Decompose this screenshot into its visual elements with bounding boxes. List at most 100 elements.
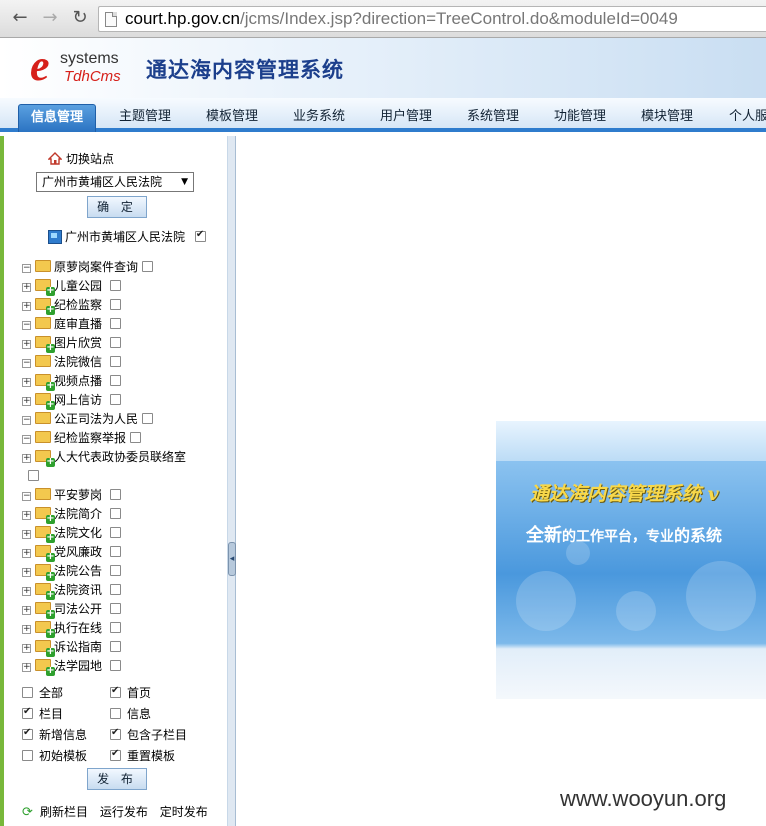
tree-node[interactable]: + 诉讼指南 (22, 638, 226, 657)
tree-node-checkbox[interactable] (110, 299, 122, 310)
tree-node[interactable]: − 平安萝岗 (22, 486, 226, 505)
tree-node[interactable]: + 人大代表政协委员联络室 (22, 448, 226, 467)
tree-node-checkbox[interactable] (130, 432, 142, 443)
option-reset-template[interactable]: 重置模板 (110, 747, 175, 764)
address-bar[interactable]: court.hp.gov.cn/jcms/Index.jsp?direction… (98, 6, 766, 32)
tree-node-label[interactable]: 纪检监察举报 (54, 431, 126, 445)
site-root-node[interactable]: 广州市黄埔区人民法院 (48, 228, 206, 245)
tree-node-checkbox[interactable] (110, 622, 122, 633)
site-select[interactable]: 广州市黄埔区人民法院 ▼ (36, 172, 194, 192)
tree-node-checkbox[interactable] (110, 603, 122, 614)
tree-node-label[interactable]: 法院简介 (54, 507, 102, 521)
option-info-checkbox[interactable] (110, 708, 121, 719)
expand-toggle-icon[interactable]: + (22, 340, 31, 349)
expand-toggle-icon[interactable]: + (22, 302, 31, 311)
option-init-template[interactable]: 初始模板 (22, 747, 87, 764)
tree-node[interactable]: + 执行在线 (22, 619, 226, 638)
expand-toggle-icon[interactable]: + (22, 587, 31, 596)
menu-function-management[interactable]: 功能管理 (541, 104, 619, 132)
tree-node[interactable]: + 图片欣赏 (22, 334, 226, 353)
tree-node[interactable]: + 网上信访 (22, 391, 226, 410)
collapse-arrow-icon[interactable]: ◂ (228, 542, 236, 576)
tree-node[interactable]: + 党风廉政 (22, 543, 226, 562)
tree-node-label[interactable]: 法学园地 (54, 659, 102, 673)
tree-node-checkbox[interactable] (110, 280, 122, 291)
tree-node[interactable]: + 儿童公园 (22, 277, 226, 296)
tree-node[interactable]: − 法院微信 (22, 353, 226, 372)
tree-node[interactable]: + 法院公告 (22, 562, 226, 581)
tree-node[interactable]: − 原萝岗案件查询 (22, 258, 226, 277)
tree-node-label[interactable]: 法院微信 (54, 355, 102, 369)
tree-node-label[interactable]: 平安萝岗 (54, 488, 102, 502)
collapse-toggle-icon[interactable]: − (22, 264, 31, 273)
tree-node[interactable]: + 法院资讯 (22, 581, 226, 600)
menu-template-management[interactable]: 模板管理 (193, 104, 271, 132)
option-column[interactable]: 栏目 (22, 705, 63, 722)
tree-node-label[interactable]: 人大代表政协委员联络室 (54, 450, 186, 464)
tree-node-checkbox[interactable] (110, 546, 122, 557)
menu-system-management[interactable]: 系统管理 (454, 104, 532, 132)
expand-toggle-icon[interactable]: + (22, 568, 31, 577)
tree-node-checkbox[interactable] (110, 584, 122, 595)
menu-personal[interactable]: 个人服 (715, 104, 766, 132)
expand-toggle-icon[interactable]: + (22, 644, 31, 653)
tree-node-label[interactable]: 法院公告 (54, 564, 102, 578)
expand-toggle-icon[interactable]: + (22, 530, 31, 539)
tree-node[interactable]: + 视频点播 (22, 372, 226, 391)
expand-toggle-icon[interactable]: + (22, 283, 31, 292)
tree-node-checkbox[interactable] (110, 527, 122, 538)
menu-info-management[interactable]: 信息管理 (18, 104, 96, 132)
option-home[interactable]: 首页 (110, 684, 151, 701)
splitter[interactable] (228, 136, 236, 826)
tree-node[interactable]: − 公正司法为人民 (22, 410, 226, 429)
forward-arrow-icon[interactable]: → (38, 6, 62, 30)
menu-user-management[interactable]: 用户管理 (367, 104, 445, 132)
collapse-toggle-icon[interactable]: − (22, 492, 31, 501)
expand-toggle-icon[interactable]: + (22, 397, 31, 406)
option-include-sub-checkbox[interactable] (110, 727, 121, 740)
tree-node-label[interactable]: 执行在线 (54, 621, 102, 635)
tree-node-label[interactable]: 公正司法为人民 (54, 412, 138, 426)
option-all[interactable]: 全部 (22, 684, 63, 701)
scheduled-publish-link[interactable]: 定时发布 (160, 805, 208, 819)
expand-toggle-icon[interactable]: + (22, 511, 31, 520)
run-publish-link[interactable]: 运行发布 (100, 805, 148, 819)
tree-node-checkbox[interactable] (110, 375, 122, 386)
menu-business-system[interactable]: 业务系统 (280, 104, 358, 132)
confirm-button[interactable]: 确 定 (87, 196, 147, 218)
expand-toggle-icon[interactable]: + (22, 663, 31, 672)
collapse-toggle-icon[interactable]: − (22, 359, 31, 368)
tree-node[interactable]: + 司法公开 (22, 600, 226, 619)
refresh-column-link[interactable]: 刷新栏目 (40, 805, 88, 819)
back-arrow-icon[interactable]: ← (8, 6, 32, 30)
publish-button[interactable]: 发 布 (87, 768, 147, 790)
tree-node-checkbox[interactable] (142, 413, 154, 424)
tree-node-label[interactable]: 纪检监察 (54, 298, 102, 312)
tree-node-checkbox[interactable] (110, 565, 122, 576)
option-new-info-checkbox[interactable] (22, 727, 33, 740)
reload-icon[interactable]: ↻ (68, 6, 92, 30)
tree-node-checkbox[interactable] (110, 660, 122, 671)
expand-toggle-icon[interactable]: + (22, 606, 31, 615)
tree-node[interactable]: + 纪检监察 (22, 296, 226, 315)
tree-node[interactable]: − 纪检监察举报 (22, 429, 226, 448)
menu-topic-management[interactable]: 主题管理 (106, 104, 184, 132)
expand-toggle-icon[interactable]: + (22, 378, 31, 387)
site-root-checkbox[interactable] (194, 229, 206, 242)
switch-site-link[interactable]: 切换站点 (47, 150, 114, 167)
tree-node-label[interactable]: 党风廉政 (54, 545, 102, 559)
tree-node-label[interactable]: 法院资讯 (54, 583, 102, 597)
expand-toggle-icon[interactable]: + (22, 549, 31, 558)
option-column-checkbox[interactable] (22, 706, 33, 719)
tree-node-checkbox[interactable] (110, 508, 122, 519)
tree-node-label[interactable]: 视频点播 (54, 374, 102, 388)
tree-node-checkbox[interactable] (110, 337, 122, 348)
option-info[interactable]: 信息 (110, 705, 151, 722)
option-new-info[interactable]: 新增信息 (22, 726, 87, 743)
tree-node[interactable]: + 法学园地 (22, 657, 226, 676)
tree-node-checkbox[interactable] (110, 489, 122, 500)
collapse-toggle-icon[interactable]: − (22, 435, 31, 444)
collapse-toggle-icon[interactable]: − (22, 416, 31, 425)
option-include-sub[interactable]: 包含子栏目 (110, 726, 187, 743)
expand-toggle-icon[interactable]: + (22, 454, 31, 463)
